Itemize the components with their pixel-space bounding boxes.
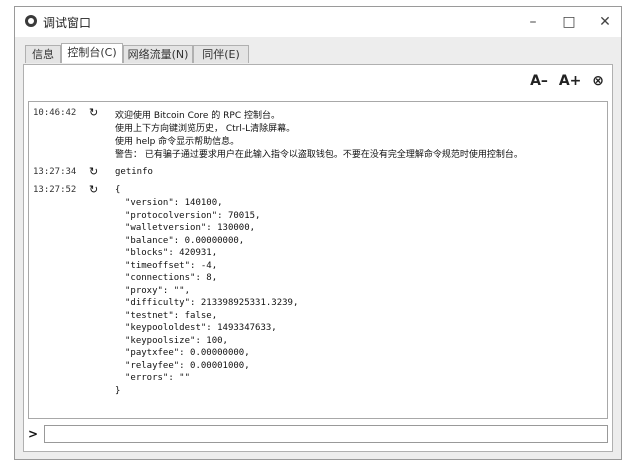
console-message: 警告： 已有骗子通过要求用户在此输入指令以盗取钱包。不要在没有完全理解命令规范时… [115,150,523,160]
json-line: "paytxfee": 0.00000000, [125,348,250,358]
json-line: "protocolversion": 70015, [125,210,261,221]
json-line: "blocks": 420931, [125,248,218,258]
console-panel: A– A+ ⊗ 10:46:42 ↻ 欢迎使用 Bitcoin Core 的 R… [23,64,613,452]
command-row: > [28,425,608,445]
json-line: "keypoolsize": 100, [125,335,228,346]
window-title: 调试窗口 [43,16,92,30]
reply-icon: ↻ [89,183,99,196]
timestamp: 10:46:42 [33,108,77,118]
json-line: "balance": 0.00000000, [125,235,245,246]
json-line: "testnet": false, [125,310,218,321]
json-line: "version": 140100, [125,198,223,208]
json-line: "proxy": "", [125,285,191,296]
json-line: "relayfee": 0.00001000, [125,360,250,371]
font-tools: A– A+ ⊗ [524,73,604,89]
timestamp: 13:27:52 [33,185,77,195]
json-line: "timeoffset": -4, [125,260,218,271]
command-icon: ↻ [89,165,99,178]
console-message: 使用 help 命令显示帮助信息。 [115,137,240,147]
tab-info[interactable]: 信息 [25,45,61,63]
title-bar: 调试窗口 – □ ✕ [15,7,621,37]
json-line: "difficulty": 213398925331.3239, [125,298,299,308]
minimize-button[interactable]: – [515,11,551,33]
json-line: } [115,385,121,396]
tab-console[interactable]: 控制台(C) [61,43,123,63]
json-line: "connections": 8, [125,273,218,283]
json-line: "errors": "" [125,373,191,383]
console-command: getinfo [115,167,153,177]
console-response: { [115,185,121,195]
prompt-chevron-icon: > [28,427,39,441]
command-input[interactable] [44,425,608,443]
font-increase-button[interactable]: A+ [559,73,582,89]
bitcoin-app-icon [25,15,37,27]
clear-console-button[interactable]: ⊗ [592,73,604,89]
tab-peers[interactable]: 同伴(E) [193,45,249,63]
tab-network-traffic[interactable]: 网络流量(N) [123,45,193,63]
json-line: "keypoololdest": 1493347633, [125,323,277,333]
console-message: 欢迎使用 Bitcoin Core 的 RPC 控制台。 [115,111,280,121]
font-decrease-button[interactable]: A– [530,73,548,89]
console-message: 使用上下方向键浏览历史， Ctrl-L清除屏幕。 [115,124,296,134]
reply-icon: ↻ [89,106,99,119]
close-button[interactable]: ✕ [587,11,623,33]
timestamp: 13:27:34 [33,167,77,177]
console-output[interactable]: 10:46:42 ↻ 欢迎使用 Bitcoin Core 的 RPC 控制台。 … [28,101,608,419]
debug-window: 调试窗口 – □ ✕ 信息 控制台(C) 网络流量(N) 同伴(E) A– A+… [14,6,622,460]
maximize-button[interactable]: □ [551,11,587,33]
json-line: "walletversion": 130000, [125,223,256,233]
